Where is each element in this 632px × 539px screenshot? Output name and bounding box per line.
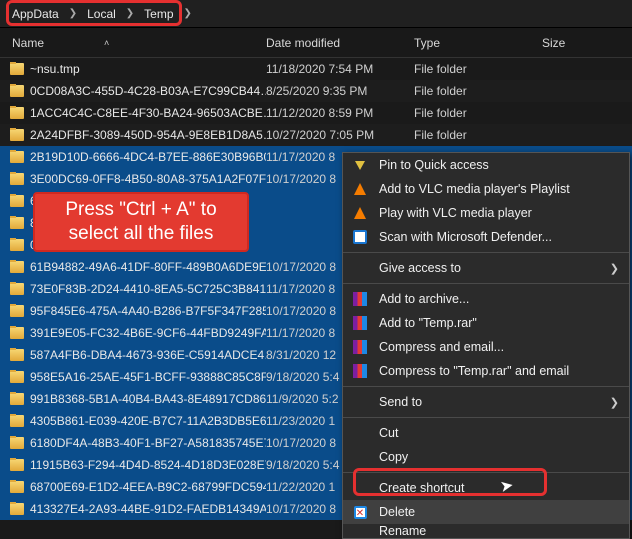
crumb-local[interactable]: Local <box>81 5 122 23</box>
folder-icon <box>10 239 24 251</box>
vlc-icon <box>351 205 369 221</box>
folder-icon <box>10 107 24 119</box>
file-name: 0CD08A3C-455D-4C28-B03A-E7C99CB44… <box>30 84 266 98</box>
file-name: 413327E4-2A93-44BE-91D2-FAEDB14349A… <box>30 502 266 516</box>
file-name: ~nsu.tmp <box>30 62 80 76</box>
folder-icon <box>10 283 24 295</box>
menu-add-archive[interactable]: Add to archive... <box>343 287 629 311</box>
crumb-temp[interactable]: Temp <box>138 5 179 23</box>
column-type[interactable]: Type <box>414 36 542 50</box>
archive-icon <box>351 315 369 331</box>
menu-add-temp-rar[interactable]: Add to "Temp.rar" <box>343 311 629 335</box>
folder-icon <box>10 349 24 361</box>
file-name: 4305B861-E039-420E-B7C7-11A2B3DB5E6E <box>30 414 266 428</box>
instruction-callout: Press "Ctrl + A" to select all the files <box>33 192 249 252</box>
file-name: 391E9E05-FC32-4B6E-9CF6-44FBD9249FAC <box>30 326 266 340</box>
menu-separator <box>343 252 629 253</box>
menu-send-to[interactable]: Send to ❯ <box>343 390 629 414</box>
file-name: 3E00DC69-0FF8-4B50-80A8-375A1A2F07F9 <box>30 172 266 186</box>
file-name: 6180DF4A-48B3-40F1-BF27-A581835745E7 <box>30 436 266 450</box>
folder-icon <box>10 459 24 471</box>
folder-icon <box>10 327 24 339</box>
menu-compress-temp-email[interactable]: Compress to "Temp.rar" and email <box>343 359 629 383</box>
file-date: 8/25/2020 9:35 PM <box>266 84 414 98</box>
menu-compress-email[interactable]: Compress and email... <box>343 335 629 359</box>
folder-icon <box>10 261 24 273</box>
chevron-right-icon: ❯ <box>184 8 192 19</box>
file-type: File folder <box>414 62 542 76</box>
table-row[interactable]: 0CD08A3C-455D-4C28-B03A-E7C99CB44…8/25/2… <box>0 80 632 102</box>
file-type: File folder <box>414 106 542 120</box>
pin-icon <box>351 157 369 173</box>
menu-pin-quick-access[interactable]: Pin to Quick access <box>343 153 629 177</box>
column-header-row: Name ˄ Date modified Type Size <box>0 28 632 58</box>
menu-rename[interactable]: Rename <box>343 524 629 538</box>
file-name: 587A4FB6-DBA4-4673-936E-C5914ADCE4… <box>30 348 266 362</box>
menu-separator <box>343 283 629 284</box>
file-name: 1ACC4C4C-C8EE-4F30-BA24-96503ACBE… <box>30 106 266 120</box>
breadcrumb[interactable]: AppData ❯ Local ❯ Temp ❯ <box>0 0 632 28</box>
file-name: 991B8368-5B1A-40B4-BA43-8E48917CD86F <box>30 392 266 406</box>
folder-icon <box>10 393 24 405</box>
folder-icon <box>10 63 24 75</box>
file-name: 958E5A16-25AE-45F1-BCFF-93888C85C8F9 <box>30 370 266 384</box>
menu-create-shortcut[interactable]: Create shortcut <box>343 476 629 500</box>
file-name: 2B19D10D-6666-4DC4-B7EE-886E30B96B00 <box>30 150 266 164</box>
menu-separator <box>343 472 629 473</box>
table-row[interactable]: ~nsu.tmp 11/18/2020 7:54 PMFile folder <box>0 58 632 80</box>
menu-vlc-play[interactable]: Play with VLC media player <box>343 201 629 225</box>
context-menu[interactable]: Pin to Quick access Add to VLC media pla… <box>342 152 630 539</box>
defender-icon <box>351 229 369 245</box>
column-date[interactable]: Date modified <box>266 36 414 50</box>
folder-icon <box>10 129 24 141</box>
file-name: 11915B63-F294-4D4D-8524-4D18D3E028E7 <box>30 458 266 472</box>
folder-icon <box>10 195 24 207</box>
archive-icon <box>351 339 369 355</box>
file-name: 2A24DFBF-3089-450D-954A-9E8EB1D8A5… <box>30 128 266 142</box>
chevron-right-icon: ❯ <box>610 396 619 409</box>
menu-cut[interactable]: Cut <box>343 421 629 445</box>
folder-icon <box>10 173 24 185</box>
menu-defender-scan[interactable]: Scan with Microsoft Defender... <box>343 225 629 249</box>
file-name: 73E0F83B-2D24-4410-8EA5-5C725C3B8413 <box>30 282 266 296</box>
file-date: 11/18/2020 7:54 PM <box>266 62 414 76</box>
file-name: 68700E69-E1D2-4EEA-B9C2-68799FDC594A <box>30 480 266 494</box>
folder-icon <box>10 437 24 449</box>
archive-icon <box>351 291 369 307</box>
file-name: 95F845E6-475A-4A40-B286-B7F5F347F285 <box>30 304 266 318</box>
chevron-right-icon: ❯ <box>126 8 134 19</box>
column-name[interactable]: Name ˄ <box>0 36 266 50</box>
folder-icon <box>10 305 24 317</box>
menu-separator <box>343 386 629 387</box>
folder-icon <box>10 481 24 493</box>
delete-icon <box>351 504 369 520</box>
table-row[interactable]: 2A24DFBF-3089-450D-954A-9E8EB1D8A5…10/27… <box>0 124 632 146</box>
vlc-icon <box>351 181 369 197</box>
folder-icon <box>10 371 24 383</box>
menu-vlc-add[interactable]: Add to VLC media player's Playlist <box>343 177 629 201</box>
column-size[interactable]: Size <box>542 36 602 50</box>
chevron-right-icon: ❯ <box>610 262 619 275</box>
crumb-appdata[interactable]: AppData <box>6 5 65 23</box>
folder-icon <box>10 151 24 163</box>
folder-icon <box>10 503 24 515</box>
file-date: 11/12/2020 8:59 PM <box>266 106 414 120</box>
table-row[interactable]: 1ACC4C4C-C8EE-4F30-BA24-96503ACBE…11/12/… <box>0 102 632 124</box>
menu-delete[interactable]: Delete <box>343 500 629 524</box>
sort-asc-icon: ˄ <box>104 38 109 48</box>
menu-copy[interactable]: Copy <box>343 445 629 469</box>
file-type: File folder <box>414 84 542 98</box>
menu-separator <box>343 417 629 418</box>
file-name: 61B94882-49A6-41DF-80FF-489B0A6DE9E4 <box>30 260 266 274</box>
menu-give-access[interactable]: Give access to ❯ <box>343 256 629 280</box>
folder-icon <box>10 85 24 97</box>
archive-icon <box>351 363 369 379</box>
file-type: File folder <box>414 128 542 142</box>
folder-icon <box>10 415 24 427</box>
chevron-right-icon: ❯ <box>69 8 77 19</box>
folder-icon <box>10 217 24 229</box>
file-date: 10/27/2020 7:05 PM <box>266 128 414 142</box>
